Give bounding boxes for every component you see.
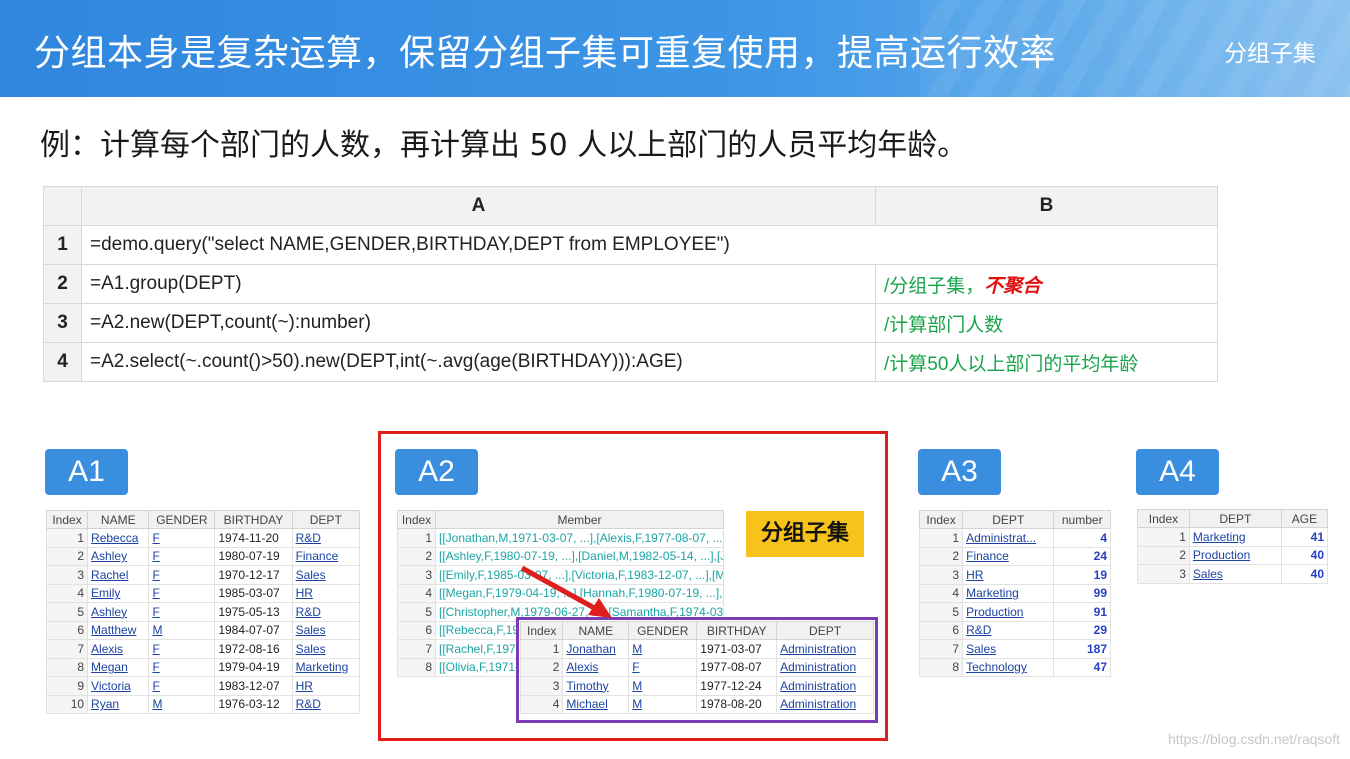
table-cell: 40 [1280,564,1329,584]
arrow-line [520,565,600,613]
column-header: number [1053,510,1111,529]
table-cell[interactable]: Finance [962,546,1055,566]
table-cell[interactable]: Administrat... [962,528,1055,548]
a4-result-table: Index DEPT AGE 1 Marketing 41 2 Production 40… [1137,509,1329,584]
table-row[interactable]: 6 R&D 29 [918,620,1111,640]
table-row[interactable]: 4 Marketing 99 [918,583,1111,603]
table-cell[interactable]: Marketing [1188,527,1282,547]
table-cell[interactable]: Sales [1188,564,1282,584]
table-cell: 91 [1053,602,1111,622]
a3-table-body: 1 Administrat... 4 2 Finance 24 3 HR 19 4 Marketin… [918,528,1111,677]
table-row[interactable]: 1 Administrat... 4 [918,528,1111,548]
table-cell: 8 [918,657,964,677]
table-cell: 24 [1053,546,1111,566]
table-cell: 6 [918,620,964,640]
table-cell: 3 [918,565,964,585]
a4-table-body: 1 Marketing 41 2 Production 40 3 Sales 40 [1137,527,1329,584]
table-cell: 5 [918,602,964,622]
table-cell: 4 [918,583,964,603]
table-cell: 3 [1137,564,1190,584]
column-header: AGE [1280,509,1329,528]
table-cell: 47 [1053,657,1111,677]
table-cell: 1 [918,528,964,548]
table-row[interactable]: 1 Marketing 41 [1137,527,1329,547]
column-header: DEPT [962,510,1055,529]
table-row[interactable]: 2 Finance 24 [918,546,1111,566]
table-cell: 99 [1053,583,1111,603]
table-cell: 4 [1053,528,1111,548]
table-cell: 2 [918,546,964,566]
table-cell: 29 [1053,620,1111,640]
table-cell[interactable]: Production [962,602,1055,622]
table-cell: 1 [1137,527,1190,547]
watermark: https://blog.csdn.net/raqsoft [1168,731,1340,747]
table-cell: 7 [918,639,964,659]
table-row[interactable]: 2 Production 40 [1137,545,1329,565]
pointer-arrow [520,565,612,618]
table-cell: 187 [1053,639,1111,659]
column-header: Index [1137,509,1190,528]
table-row[interactable]: 3 Sales 40 [1137,564,1329,584]
table-cell[interactable]: Technology [962,657,1055,677]
table-cell: 40 [1280,545,1329,565]
table-cell: 19 [1053,565,1111,585]
table-row[interactable]: 3 HR 19 [918,565,1111,585]
table-cell[interactable]: HR [962,565,1055,585]
table-row[interactable]: 8 Technology 47 [918,657,1111,677]
table-cell[interactable]: R&D [962,620,1055,640]
table-row[interactable]: 5 Production 91 [918,602,1111,622]
column-header: DEPT [1188,509,1282,528]
table-cell[interactable]: Sales [962,639,1055,659]
table-cell: 2 [1137,545,1190,565]
table-row[interactable]: 7 Sales 187 [918,639,1111,659]
column-header: Index [918,510,964,529]
a3-result-table: Index DEPT number 1 Administrat... 4 2 Finan… [918,510,1111,677]
table-cell[interactable]: Production [1188,545,1282,565]
table-cell: 41 [1280,527,1329,547]
table-cell[interactable]: Marketing [962,583,1055,603]
